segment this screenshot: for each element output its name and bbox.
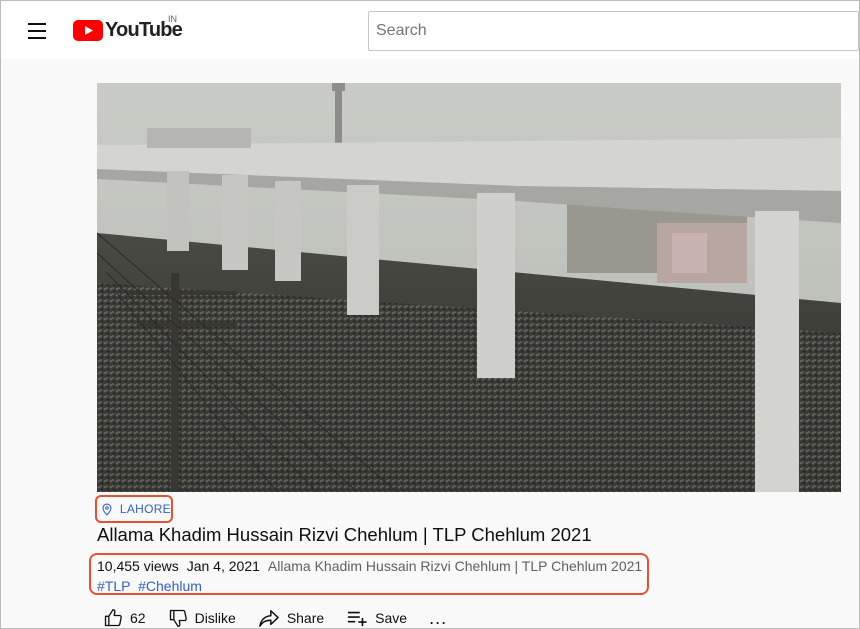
playlist-add-icon xyxy=(348,611,367,627)
dislike-button[interactable]: Dislike xyxy=(168,608,236,628)
save-button[interactable]: Save xyxy=(346,608,407,628)
save-label: Save xyxy=(375,610,408,626)
share-arrow-icon xyxy=(258,610,279,627)
upload-date: Jan 4, 2021 xyxy=(186,558,260,574)
top-bar: YouTube IN xyxy=(1,1,859,59)
location-label: LAHORE xyxy=(119,502,171,516)
thumbs-up-icon xyxy=(104,609,122,627)
action-bar: 62 Dislike Share Save ... xyxy=(103,604,469,629)
dislike-label: Dislike xyxy=(194,610,236,626)
hashtag-chehlum[interactable]: #Chehlum xyxy=(138,578,202,594)
logo-region: IN xyxy=(168,14,177,24)
description-snippet[interactable]: Allama Khadim Hussain Rizvi Chehlum | TL… xyxy=(268,558,642,574)
hashtag-tlp[interactable]: #TLP xyxy=(97,578,130,594)
search-input[interactable] xyxy=(368,11,859,51)
youtube-logo[interactable]: YouTube IN xyxy=(73,14,183,42)
youtube-play-icon xyxy=(73,19,103,41)
thumbs-down-icon xyxy=(169,609,187,627)
video-title: Allama Khadim Hussain Rizvi Chehlum | TL… xyxy=(97,524,592,545)
like-count: 62 xyxy=(130,610,146,626)
location-link[interactable]: LAHORE xyxy=(95,495,173,523)
share-label: Share xyxy=(286,610,325,626)
video-metadata: 10,455 views Jan 4, 2021 Allama Khadim Hus… xyxy=(97,558,642,574)
video-thumbnail xyxy=(97,83,841,492)
like-button[interactable]: 62 xyxy=(103,608,146,628)
video-player[interactable] xyxy=(97,83,841,492)
location-pin-icon xyxy=(102,503,112,516)
view-count: 10,455 views xyxy=(97,558,179,574)
hashtag-list: #TLP #Chehlum xyxy=(97,578,202,594)
page-frame: YouTube IN Search LAHORE Allama Khadim H… xyxy=(0,0,860,629)
hamburger-menu-icon[interactable] xyxy=(23,17,51,45)
more-actions-button[interactable]: ... xyxy=(429,608,448,628)
more-horizontal-icon: ... xyxy=(429,608,448,628)
share-button[interactable]: Share xyxy=(258,608,324,628)
